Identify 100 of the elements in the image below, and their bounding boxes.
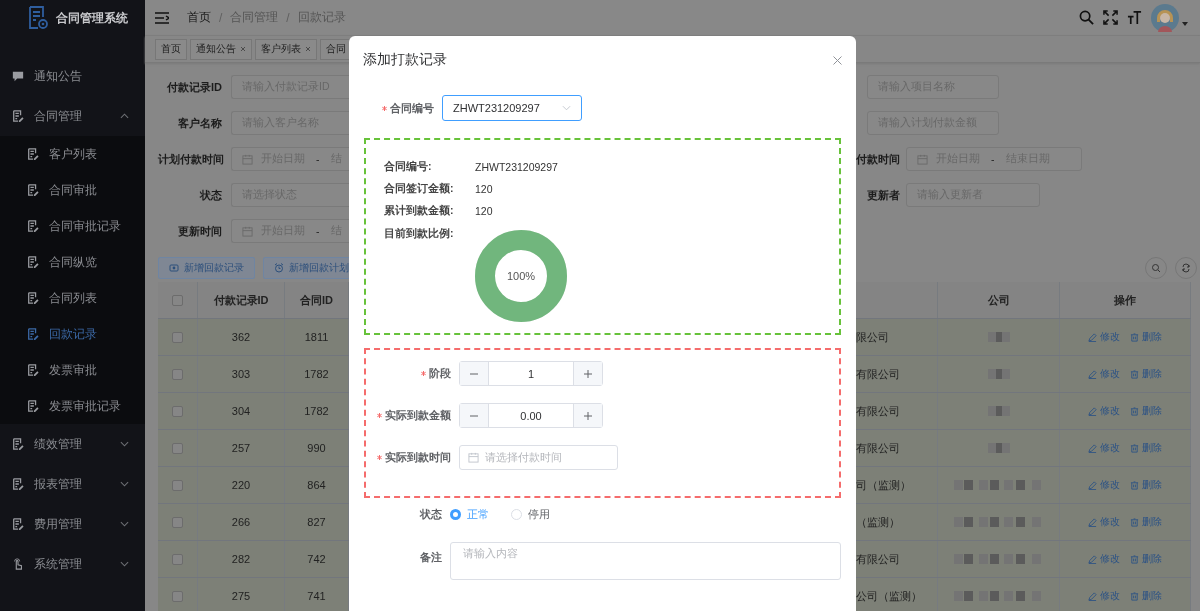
close-icon[interactable] [305,46,311,52]
pencil-icon [1088,369,1097,379]
field-label: 阶段 [366,366,451,381]
delete-link[interactable]: 删除 [1130,404,1162,418]
document-icon [12,438,24,450]
field-label: 合同编号 [349,100,434,116]
page-tab[interactable]: 客户列表 [255,38,317,60]
menu-item[interactable]: 费用管理 [0,504,145,544]
checkbox[interactable] [172,442,183,454]
checkbox[interactable] [172,590,183,602]
trash-icon [1130,517,1139,527]
trash-icon [1130,332,1139,342]
table-cell: 304 [198,393,285,429]
checkbox[interactable] [172,294,183,306]
field-label: 客户名称 [177,115,222,131]
plus-icon[interactable] [583,368,593,379]
delete-link[interactable]: 删除 [1130,330,1162,344]
number-stepper[interactable]: 0.00 [459,403,603,428]
field-label: 付款记录ID [166,79,222,95]
trash-icon [1130,406,1139,416]
edit-link[interactable]: 修改 [1088,441,1120,455]
trash-icon [1130,591,1139,601]
font-size-icon[interactable] [1127,10,1142,25]
menu-item[interactable]: 报表管理 [0,464,145,504]
edit-link[interactable]: 修改 [1088,515,1120,529]
delete-link[interactable]: 删除 [1130,441,1162,455]
edit-link[interactable]: 修改 [1088,552,1120,566]
fullscreen-icon[interactable] [1103,10,1118,25]
delete-link[interactable]: 删除 [1130,552,1162,566]
caret-icon[interactable] [1182,21,1188,26]
menu-item[interactable]: 合同审批记录 [0,208,145,244]
page-tab[interactable]: 通知公告 [190,38,252,60]
edit-link[interactable]: 修改 [1088,330,1120,344]
number-stepper[interactable]: 1 [459,361,603,386]
edit-link[interactable]: 修改 [1088,367,1120,381]
page-tab[interactable]: 合同 [320,38,352,60]
radio-option[interactable]: 正常 [450,506,489,522]
field-label: 状态 [198,187,222,203]
info-label: 目前到款比例: [384,227,455,241]
menu-item[interactable]: 回款记录 [0,316,145,352]
pencil-icon [1088,517,1097,527]
checkbox[interactable] [172,331,183,343]
pencil-icon [1088,554,1097,564]
breadcrumb-separator: / [286,10,290,25]
pencil-icon [1088,406,1097,416]
edit-link[interactable]: 修改 [1088,478,1120,492]
menu-item[interactable]: 发票审批记录 [0,388,145,424]
checkbox[interactable] [172,405,183,417]
menu-item[interactable]: 系统管理 [0,544,145,584]
edit-link[interactable]: 修改 [1088,589,1120,603]
trash-icon [1130,554,1139,564]
table-cell: 282 [198,541,285,577]
delete-link[interactable]: 删除 [1130,478,1162,492]
close-icon[interactable] [240,46,246,52]
money-icon [169,263,179,273]
checkbox[interactable] [172,516,183,528]
document-icon [27,256,39,268]
dialog-title: 添加打款记录 [363,51,448,69]
breadcrumb-separator: / [219,10,223,25]
edit-link[interactable]: 修改 [1088,404,1120,418]
plus-icon[interactable] [583,410,593,421]
textarea-field[interactable]: 请输入内容 [450,542,841,580]
menu-item[interactable]: 通知公告 [0,56,145,96]
search-icon[interactable] [1079,10,1094,25]
delete-link[interactable]: 删除 [1130,589,1162,603]
menu-item[interactable]: 客户列表 [0,136,145,172]
add-button[interactable]: 新增回款记录 [158,257,255,279]
redacted-block [987,443,1010,453]
redacted-block [987,406,1010,416]
select-field[interactable]: ZHWT231209297 [442,95,582,121]
pencil-icon [1088,591,1097,601]
redacted-block [987,369,1010,379]
field-label: 付款时间 [856,151,900,167]
radio-option[interactable]: 停用 [511,506,550,522]
required-icon [377,455,382,460]
menu-item[interactable]: 发票审批 [0,352,145,388]
page-tab[interactable]: 首页 [155,38,187,60]
chevron-icon [562,105,571,111]
date-field[interactable]: 请选择付款时间 [459,445,618,470]
menu-item[interactable]: 合同纵览 [0,244,145,280]
document-icon [27,328,39,340]
menu-item[interactable]: 合同列表 [0,280,145,316]
menu-icon[interactable] [155,11,169,24]
radio-circle[interactable] [450,508,461,520]
table-cell: 266 [198,504,285,540]
delete-link[interactable]: 删除 [1130,515,1162,529]
document-icon [27,148,39,160]
breadcrumb-link[interactable]: 首页 [187,9,211,26]
close-icon[interactable] [833,55,842,65]
delete-link[interactable]: 删除 [1130,367,1162,381]
info-value: 120 [475,205,493,217]
avatar-icon[interactable] [1151,3,1179,32]
checkbox[interactable] [172,368,183,380]
table-cell: 275 [198,578,285,611]
checkbox[interactable] [172,479,183,491]
menu-item[interactable]: 合同管理 [0,96,145,136]
checkbox[interactable] [172,553,183,565]
menu-item[interactable]: 合同审批 [0,172,145,208]
document-icon [12,110,24,122]
menu-item[interactable]: 绩效管理 [0,424,145,464]
